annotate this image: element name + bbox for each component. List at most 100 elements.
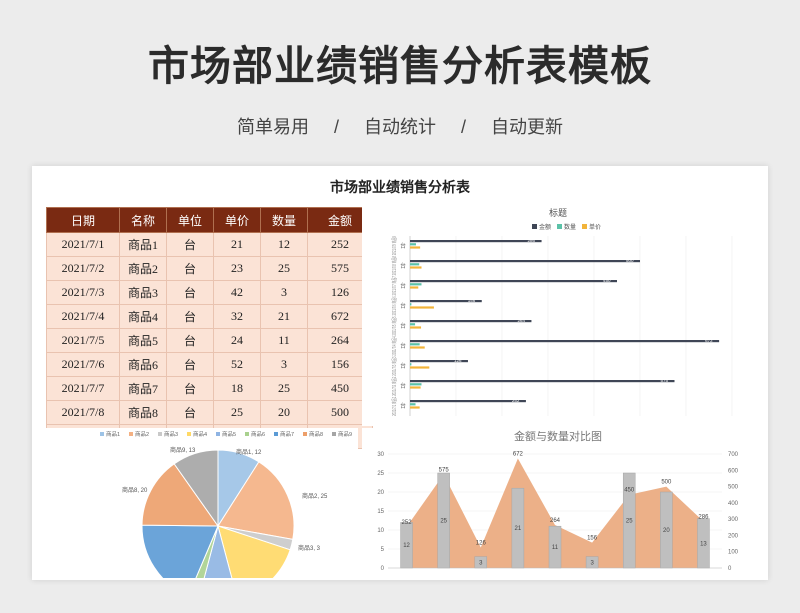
table-row: 2021/7/6 商品6 台 52 3 156 (46, 352, 373, 377)
table-cell: 21 (213, 232, 261, 257)
table-row: 2021/7/1 商品1 台 21 12 252 (46, 232, 373, 257)
legend-swatch (245, 432, 249, 436)
right-axis-tick: 400 (728, 501, 739, 507)
bar-数量 (410, 343, 420, 346)
area-data-label: 126 (476, 540, 487, 546)
table-cell: 商品7 (119, 376, 167, 401)
table-cell: 台 (166, 328, 214, 353)
table-cell: 2021/7/2 (46, 256, 120, 281)
bar-金额 (410, 260, 640, 263)
bar-金额 (410, 340, 720, 343)
left-axis-tick: 5 (381, 547, 385, 553)
bar-数量 (410, 283, 422, 286)
slice-label: 商品2, 25 (302, 492, 328, 500)
table-row: 2021/7/8 商品8 台 25 20 500 (46, 400, 373, 425)
legend-swatch (532, 224, 537, 229)
table-cell: 2021/7/1 (46, 232, 120, 257)
slice-label: 商品9, 13 (170, 446, 196, 454)
column-data-label: 21 (515, 526, 522, 532)
table-cell: 商品4 (119, 304, 167, 329)
column-data-label: 12 (403, 543, 410, 549)
table-cell: 台 (166, 280, 214, 305)
chart-title: 标题 (549, 207, 567, 218)
table-cell: 2021/7/5 (46, 328, 120, 353)
left-axis-tick: 0 (381, 566, 385, 572)
legend-swatch (557, 224, 562, 229)
table-cell: 台 (166, 232, 214, 257)
bar-单价 (410, 246, 421, 249)
tag-auto-update: 自动更新 (491, 117, 564, 137)
legend-label: 商品3 (164, 430, 178, 438)
bar-data-label: 672 (705, 338, 713, 343)
left-axis-tick: 20 (377, 490, 384, 496)
table-cell: 台 (166, 400, 214, 425)
column-data-label: 11 (552, 545, 559, 551)
table-cell: 2021/7/7 (46, 376, 120, 401)
unit-tick-label: 台 (400, 242, 406, 250)
left-axis-tick: 10 (377, 528, 384, 534)
legend-label: 数量 (564, 223, 576, 231)
legend-swatch (187, 432, 191, 436)
bar-金额 (410, 380, 675, 383)
table-cell: 25 (260, 256, 308, 281)
column-data-label: 13 (700, 541, 707, 547)
slice-label: 商品8, 20 (122, 486, 148, 494)
bar-data-label: 264 (517, 318, 525, 323)
bar-金额 (410, 280, 617, 283)
pie-chart: 商品1 商品2 商品3 商品4 商品5 商品6 商品7 商品8 商品9 商品1, 12 商品2, 2… (46, 428, 358, 580)
unit-tick-label: 台 (400, 282, 406, 290)
column-header: 数量 (260, 207, 308, 233)
bar-金额 (410, 240, 542, 243)
table-cell: 商品3 (119, 280, 167, 305)
bar-单价 (410, 386, 421, 389)
slice-label: 商品1, 12 (236, 448, 262, 456)
area-data-label: 156 (587, 536, 598, 542)
feature-tags: 简单易用 / 自动统计 / 自动更新 (0, 113, 800, 139)
table-cell: 42 (213, 280, 261, 305)
legend-swatch (303, 432, 307, 436)
table-cell: 台 (166, 376, 214, 401)
table-cell: 25 (213, 400, 261, 425)
legend-label: 商品5 (222, 430, 236, 438)
right-axis-tick: 200 (728, 533, 739, 539)
table-header-row: 日期 名称 单位 单价 数量 金额 (46, 207, 373, 233)
legend-label: 金额 (539, 223, 551, 231)
area-data-label: 450 (624, 488, 635, 494)
right-axis-tick: 300 (728, 517, 739, 523)
tag-separator: / (461, 117, 467, 137)
table-row: 2021/7/3 商品3 台 42 3 126 (46, 280, 373, 305)
bar-data-label: 575 (661, 378, 669, 383)
table-cell: 3 (260, 352, 308, 377)
table-cell: 12 (260, 232, 308, 257)
amount-quantity-chart: 金额与数量对比图 0 5 10 15 20 25 30 0 100 200 300 400 500 600 7… (362, 428, 754, 578)
area-data-label: 500 (661, 480, 672, 486)
table-cell: 商品8 (119, 400, 167, 425)
column-data-label: 25 (626, 519, 633, 525)
table-row: 2021/7/7 商品7 台 18 25 450 (46, 376, 373, 401)
bar-数量 (410, 403, 416, 406)
column-header: 单价 (213, 207, 261, 233)
combo-chart-svg: 金额与数量对比图05101520253001002003004005006007… (377, 429, 739, 572)
area-data-label: 672 (513, 452, 524, 458)
area-data-label: 252 (402, 520, 413, 526)
bar-金额 (410, 320, 532, 323)
bar-单价 (410, 366, 430, 369)
bar-单价 (410, 326, 422, 329)
legend-swatch (582, 224, 587, 229)
left-axis-tick: 25 (377, 471, 384, 477)
bar-数量 (410, 243, 416, 246)
bar-单价 (410, 306, 434, 309)
unit-tick-label: 台 (400, 382, 406, 390)
bar-data-label: 126 (454, 358, 462, 363)
page-title: 市场部业绩销售分析表模板 (148, 43, 652, 89)
bar-data-label: 450 (603, 278, 611, 283)
legend-label: 商品6 (251, 430, 265, 438)
unit-tick-label: 台 (400, 402, 406, 410)
table-cell: 2021/7/4 (46, 304, 120, 329)
table-cell: 32 (213, 304, 261, 329)
legend-swatch (274, 432, 278, 436)
unit-tick-label: 台 (400, 302, 406, 310)
bar-data-label: 156 (468, 298, 476, 303)
unit-tick-label: 台 (400, 262, 406, 270)
legend-label: 单价 (589, 223, 601, 231)
